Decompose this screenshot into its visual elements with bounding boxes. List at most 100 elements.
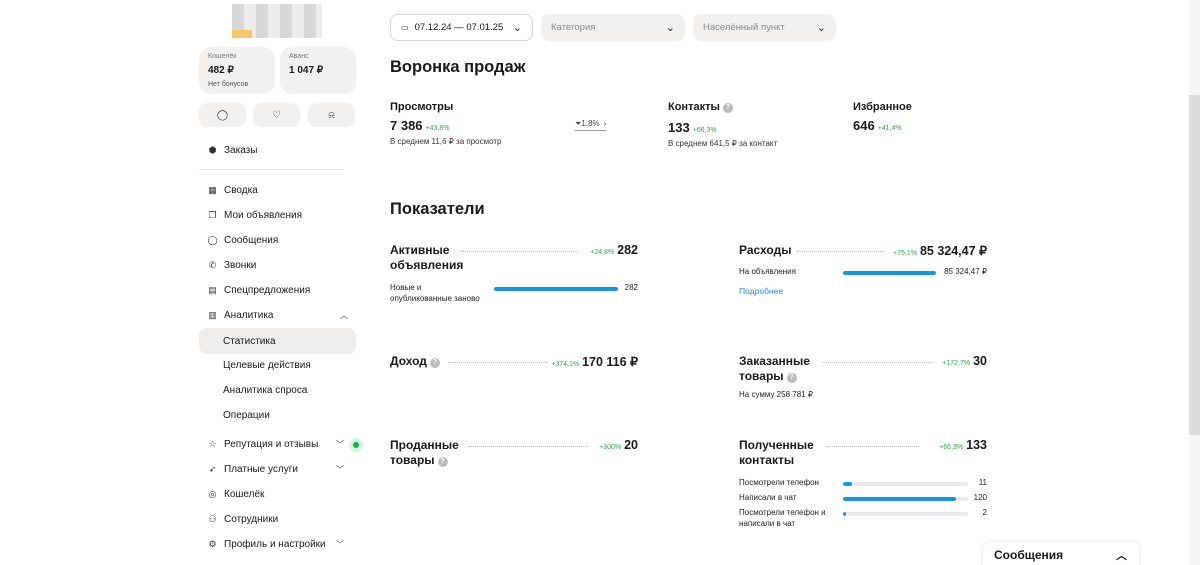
sidebar-item-label: Профиль и настройки [224, 538, 326, 550]
analytics-icon: ▥ [208, 309, 217, 320]
sidebar-item-operations[interactable]: Операции [199, 403, 356, 427]
indicator-delta: +66,3% [939, 444, 964, 451]
help-icon[interactable]: ? [437, 457, 448, 467]
copy-icon: ❐ [208, 209, 217, 220]
sidebar-item-label: Сотрудники [224, 513, 279, 525]
chevron-down-icon: ⌄ [816, 22, 826, 34]
grid-icon: ▦ [208, 184, 217, 195]
sidebar-item-offers[interactable]: ▤ Спецпредложения [199, 278, 356, 302]
indicator-name-wrap: Доход? [390, 354, 440, 369]
sidebar-item-statistics[interactable]: Статистика [199, 328, 356, 354]
contacts-count: 133 [668, 120, 690, 135]
contacts-note: В среднем 641,5 ₽ за контакт [668, 139, 778, 148]
indicator-number: 85 324,47 ₽ [919, 244, 987, 258]
row-value: 11 [978, 478, 987, 487]
bell-icon: ⍾ [328, 109, 335, 121]
sidebar-item-employees[interactable]: ⚇ Сотрудники [199, 507, 356, 531]
category-placeholder: Категория [551, 22, 596, 33]
indicator-delta: +172,7% [942, 360, 971, 367]
sidebar-item-messages[interactable]: ◯ Сообщения [199, 228, 356, 252]
chevron-up-icon: ︿ [340, 310, 348, 320]
indicator-name: Расходы [739, 243, 792, 257]
indicator-name: Проданные товары [390, 438, 459, 467]
messages-button[interactable]: ◯ [199, 103, 246, 127]
chat-bubble-icon: ◯ [216, 109, 229, 121]
messages-panel[interactable]: Сообщения ︿ [983, 542, 1139, 565]
messages-panel-title: Сообщения [994, 548, 1064, 562]
ordered-sum-note: На сумму 258 781 ₽ [739, 390, 813, 399]
help-icon[interactable]: ? [786, 373, 797, 383]
indicator-income: Доход? +374,1% 170 116 ₽ [390, 354, 638, 374]
date-range-select[interactable]: ▭ 07.12.24 — 07.01.25 ⌄ [390, 14, 533, 41]
chevron-down-icon: ﹀ [336, 439, 344, 449]
wallet-card[interactable]: Кошелёк 482 ₽ Нет бонусов [199, 47, 275, 94]
city-select[interactable]: Населённый пункт ⌄ [693, 14, 836, 41]
sidebar-item-target-actions[interactable]: Целевые действия [199, 353, 356, 377]
views-count: 7 386 [390, 118, 423, 133]
sidebar-item-demand-analytics[interactable]: Аналитика спроса [199, 378, 356, 402]
sidebar-item-label: Мои объявления [224, 209, 302, 221]
indicator-expenses: Расходы +75,1% 85 324,47 ₽ На объявления … [739, 243, 987, 298]
sidebar-item-label: Сообщения [224, 234, 279, 246]
indicator-name-wrap: Заказанные товары? [739, 354, 829, 384]
chevron-up-icon[interactable]: ︿ [1116, 547, 1127, 563]
category-select[interactable]: Категория ⌄ [541, 14, 685, 41]
sidebar-item-label: Аналитика спроса [223, 384, 308, 396]
row-value: 282 [624, 283, 638, 292]
row-label: Написали в чат [739, 493, 797, 502]
sidebar-item-label: Репутация и отзывы [224, 438, 319, 450]
sidebar-item-label: Спецпредложения [224, 284, 311, 296]
sidebar-item-profile[interactable]: ⚙ Профиль и настройки ﹀ [199, 532, 356, 556]
advance-card[interactable]: Аванс 1 047 ₽ [280, 47, 356, 94]
indicator-name-wrap: Проданные товары? [390, 438, 480, 468]
chevron-down-icon: ﹀ [336, 539, 344, 549]
sidebar-item-label: Целевые действия [223, 359, 311, 371]
heart-icon: ♡ [272, 109, 281, 121]
advance-label: Аванс [289, 53, 309, 60]
indicator-delta: +24,8% [590, 249, 615, 256]
indicator-name: Доход [390, 354, 427, 368]
sidebar-item-label: Платные услуги [224, 463, 298, 475]
favorites-button[interactable]: ♡ [253, 103, 300, 127]
sidebar-item-summary[interactable]: ▦ Сводка [199, 178, 356, 202]
sidebar-item-calls[interactable]: ✆ Звонки [199, 253, 356, 277]
scrollbar-thumb[interactable] [1189, 95, 1200, 435]
indicator-number: 282 [617, 243, 638, 257]
dotted-leader [827, 446, 919, 447]
indicator-name: Заказанные товары [739, 354, 810, 383]
indicator-value: +374,1% 170 116 ₽ [548, 354, 638, 369]
sidebar-item-reputation[interactable]: ☆ Репутация и отзывы ﹀ [199, 432, 356, 456]
sidebar-item-my-ads[interactable]: ❐ Мои объявления [199, 203, 356, 227]
box-icon: ⬢ [208, 144, 217, 155]
status-dot-icon [349, 438, 363, 452]
city-placeholder: Населённый пункт [703, 22, 785, 33]
conversion-link[interactable]: ⏷1,8% › [575, 119, 607, 131]
details-link[interactable]: Подробнее [739, 286, 783, 296]
indicator-value: +172,7% 30 [939, 354, 987, 368]
sidebar-item-label: Сводка [224, 184, 258, 196]
favorites-delta: +41,4% [877, 125, 902, 132]
chevron-down-icon: ﹀ [336, 464, 344, 474]
indicator-delta: +75,1% [893, 250, 917, 257]
indicator-sold-goods: Проданные товары? +300% 20 [390, 438, 638, 472]
sidebar-item-wallet[interactable]: ◎ Кошелёк [199, 482, 356, 506]
sidebar-item-analytics[interactable]: ▥ Аналитика ︿ [199, 303, 356, 327]
sidebar-item-paid-services[interactable]: ➶ Платные услуги ﹀ [199, 457, 356, 481]
progress-bar [843, 482, 968, 486]
company-logo[interactable] [232, 4, 322, 38]
star-icon: ☆ [208, 438, 217, 449]
sidebar-item-orders[interactable]: ⬢ Заказы [199, 138, 356, 162]
contacts-value: 133 +66,3% [668, 120, 717, 135]
sidebar-item-label: Кошелёк [224, 488, 265, 500]
progress-fill [843, 512, 846, 516]
help-icon[interactable]: ? [722, 103, 733, 113]
dotted-leader [797, 251, 883, 252]
advance-balance: 1 047 ₽ [289, 65, 324, 76]
notifications-button[interactable]: ⍾ [308, 103, 355, 127]
favorites-label: Избранное [853, 101, 912, 113]
progress-bar [843, 497, 968, 501]
help-icon[interactable]: ? [429, 358, 440, 368]
progress-bar [843, 271, 936, 275]
sidebar-item-label: Звонки [224, 259, 257, 271]
favorites-count: 646 [853, 118, 875, 133]
